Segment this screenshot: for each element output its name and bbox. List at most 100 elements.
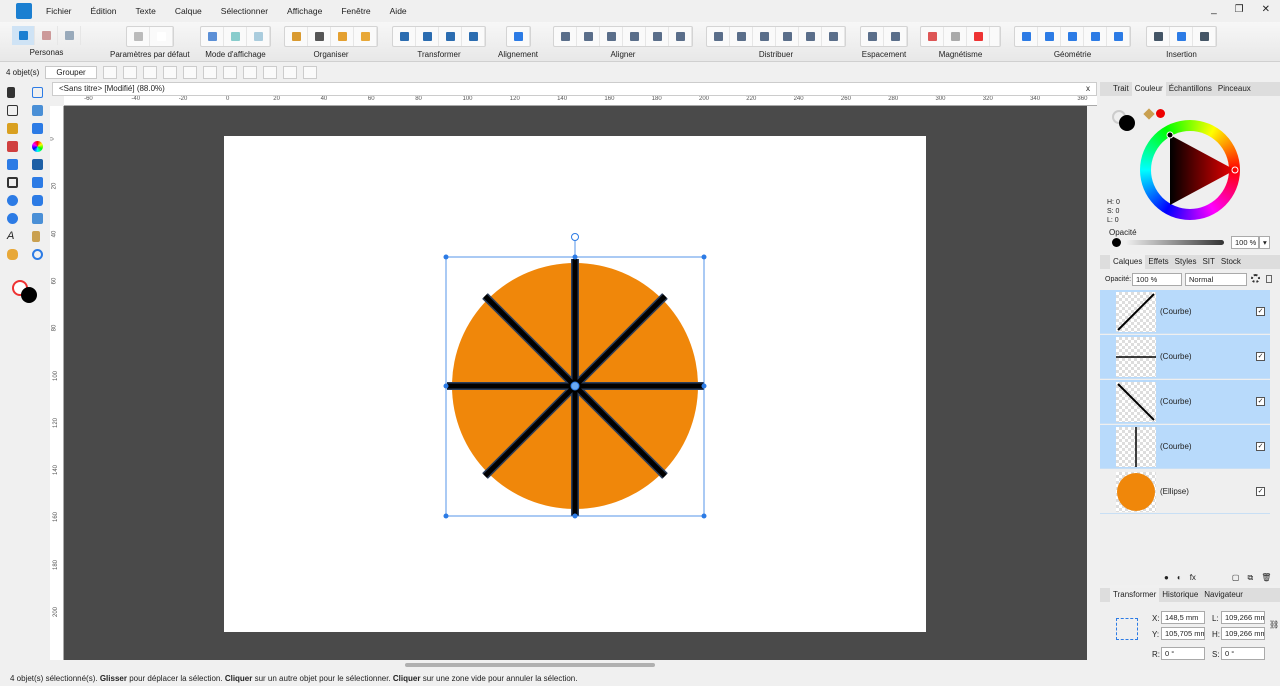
fill-color-swatch[interactable]	[21, 287, 37, 303]
close-document-button[interactable]: x	[1086, 83, 1090, 95]
space-vertical-icon[interactable]	[884, 27, 907, 46]
tab-styles[interactable]: Styles	[1172, 255, 1200, 269]
rounded-rect-tool-icon[interactable]	[32, 195, 43, 206]
menu-fenetre[interactable]: Fenêtre	[341, 6, 370, 16]
anchor-point-selector[interactable]	[1116, 618, 1138, 640]
eyedropper-icon[interactable]	[1143, 108, 1155, 120]
layer-visibility-checkbox[interactable]: ✓	[1256, 352, 1265, 361]
transform-origin[interactable]	[570, 381, 580, 391]
menu-fichier[interactable]: Fichier	[46, 6, 72, 16]
vertical-scrollbar[interactable]	[1087, 106, 1097, 660]
rotate-right-icon[interactable]	[462, 27, 485, 46]
vector-view-icon[interactable]	[201, 27, 224, 46]
menu-edition[interactable]: Édition	[91, 6, 117, 16]
insert-behind-icon[interactable]	[1147, 27, 1170, 46]
rotate-icon[interactable]	[182, 65, 197, 79]
scroll-thumb[interactable]	[405, 663, 655, 667]
rotate-handle[interactable]	[571, 233, 579, 241]
distribute-bottom-icon[interactable]	[822, 27, 845, 46]
add-geometry-icon[interactable]	[1015, 27, 1038, 46]
shear-field[interactable]: 0 °	[1221, 647, 1265, 660]
fill-swatch[interactable]	[1119, 115, 1135, 131]
flip-icon[interactable]	[142, 65, 157, 79]
adjustment-icon[interactable]: ◐	[1177, 573, 1182, 585]
hue-wheel[interactable]	[1140, 120, 1240, 220]
tab-historique[interactable]: Historique	[1159, 588, 1201, 602]
bbox-icon[interactable]	[122, 65, 137, 79]
document-tab[interactable]: <Sans titre> [Modifié] (88.0%) x	[52, 82, 1097, 96]
place-image-icon[interactable]	[32, 159, 43, 170]
distribute-right-icon[interactable]	[753, 27, 776, 46]
pixel-persona-icon[interactable]	[35, 26, 58, 45]
cog-tool-icon[interactable]	[7, 213, 18, 224]
close-button[interactable]: ✕	[1262, 4, 1270, 15]
ctx-align-center-icon[interactable]	[222, 65, 237, 79]
outline-view-icon[interactable]	[247, 27, 270, 46]
fill-tool-icon[interactable]	[32, 141, 43, 152]
align-top-icon[interactable]	[623, 27, 646, 46]
layer-visibility-checkbox[interactable]: ✓	[1256, 487, 1265, 496]
layer-visibility-checkbox[interactable]: ✓	[1256, 397, 1265, 406]
align-left-icon[interactable]	[554, 27, 577, 46]
pen-tool-icon[interactable]	[7, 123, 18, 134]
insert-top-icon[interactable]	[1170, 27, 1193, 46]
layer-row[interactable]: (Courbe) ✓	[1100, 290, 1270, 334]
tab-echantillons[interactable]: Échantillons	[1166, 82, 1215, 96]
tab-sit[interactable]: SIT	[1199, 255, 1217, 269]
duplicate-icon[interactable]: ⧉	[1247, 573, 1253, 585]
tab-couleur[interactable]: Couleur	[1131, 82, 1166, 96]
designer-persona-icon[interactable]	[12, 26, 35, 45]
layer-row[interactable]: (Courbe) ✓	[1100, 335, 1270, 379]
fx-icon[interactable]: fx	[1190, 573, 1196, 585]
alignment-icon[interactable]	[507, 27, 530, 46]
tab-stock[interactable]: Stock	[1218, 255, 1244, 269]
revert-defaults-icon[interactable]	[150, 27, 173, 46]
hand-tool-icon[interactable]	[7, 249, 18, 260]
menu-aide[interactable]: Aide	[390, 6, 407, 16]
align-middle-icon[interactable]	[646, 27, 669, 46]
layer-visibility-checkbox[interactable]: ✓	[1256, 307, 1265, 316]
restore-button[interactable]: ❐	[1235, 4, 1244, 15]
menu-texte[interactable]: Texte	[136, 6, 156, 16]
trash-icon[interactable]: 🗑	[1261, 573, 1271, 585]
rotation-field[interactable]: 0 °	[1161, 647, 1205, 660]
flip-horizontal-icon[interactable]	[393, 27, 416, 46]
snap-options-icon[interactable]	[944, 27, 967, 46]
opacity-slider[interactable]	[1126, 240, 1224, 245]
align-bottom-icon[interactable]	[669, 27, 692, 46]
menu-affichage[interactable]: Affichage	[287, 6, 322, 16]
tab-pinceaux[interactable]: Pinceaux	[1215, 82, 1254, 96]
crop-tool-icon[interactable]	[7, 177, 18, 188]
snap-grid-icon[interactable]	[921, 27, 944, 46]
sync-defaults-icon[interactable]	[127, 27, 150, 46]
retina-view-icon[interactable]	[224, 27, 247, 46]
distribute-center-icon[interactable]	[730, 27, 753, 46]
ctx-align-right-icon[interactable]	[242, 65, 257, 79]
menu-selectionner[interactable]: Sélectionner	[221, 6, 268, 16]
chevron-down-icon[interactable]	[990, 27, 1000, 46]
divide-geometry-icon[interactable]	[1107, 27, 1130, 46]
node-tool-icon[interactable]	[7, 105, 18, 116]
opacity-dropdown[interactable]: ▾	[1259, 236, 1270, 249]
ctx-align-left-icon[interactable]	[202, 65, 217, 79]
horizontal-scrollbar[interactable]	[50, 660, 1097, 670]
link-icon[interactable]: ⛓	[1269, 620, 1279, 629]
layer-opacity-field[interactable]: 100 %	[1132, 273, 1182, 286]
tab-trait[interactable]: Trait	[1110, 82, 1132, 96]
y-field[interactable]: 105,705 mm	[1161, 627, 1205, 640]
mask-icon[interactable]: ●	[1164, 573, 1169, 585]
star-tool-icon[interactable]	[32, 213, 43, 224]
tab-transformer[interactable]: Transformer	[1110, 588, 1160, 602]
distribute-left-icon[interactable]	[707, 27, 730, 46]
group-button[interactable]: Grouper	[45, 65, 97, 79]
width-field[interactable]: 109,266 mm	[1221, 611, 1265, 624]
canvas[interactable]	[64, 106, 1087, 660]
move-forward-icon[interactable]	[331, 27, 354, 46]
text-tool-icon[interactable]: A	[7, 231, 14, 242]
tab-calques[interactable]: Calques	[1110, 255, 1146, 269]
opacity-field[interactable]: 100 %	[1231, 236, 1259, 249]
export-persona-icon[interactable]	[58, 26, 81, 45]
layer-row[interactable]: (Courbe) ✓	[1100, 380, 1270, 424]
minimize-button[interactable]: _	[1211, 4, 1217, 15]
xor-geometry-icon[interactable]	[1084, 27, 1107, 46]
